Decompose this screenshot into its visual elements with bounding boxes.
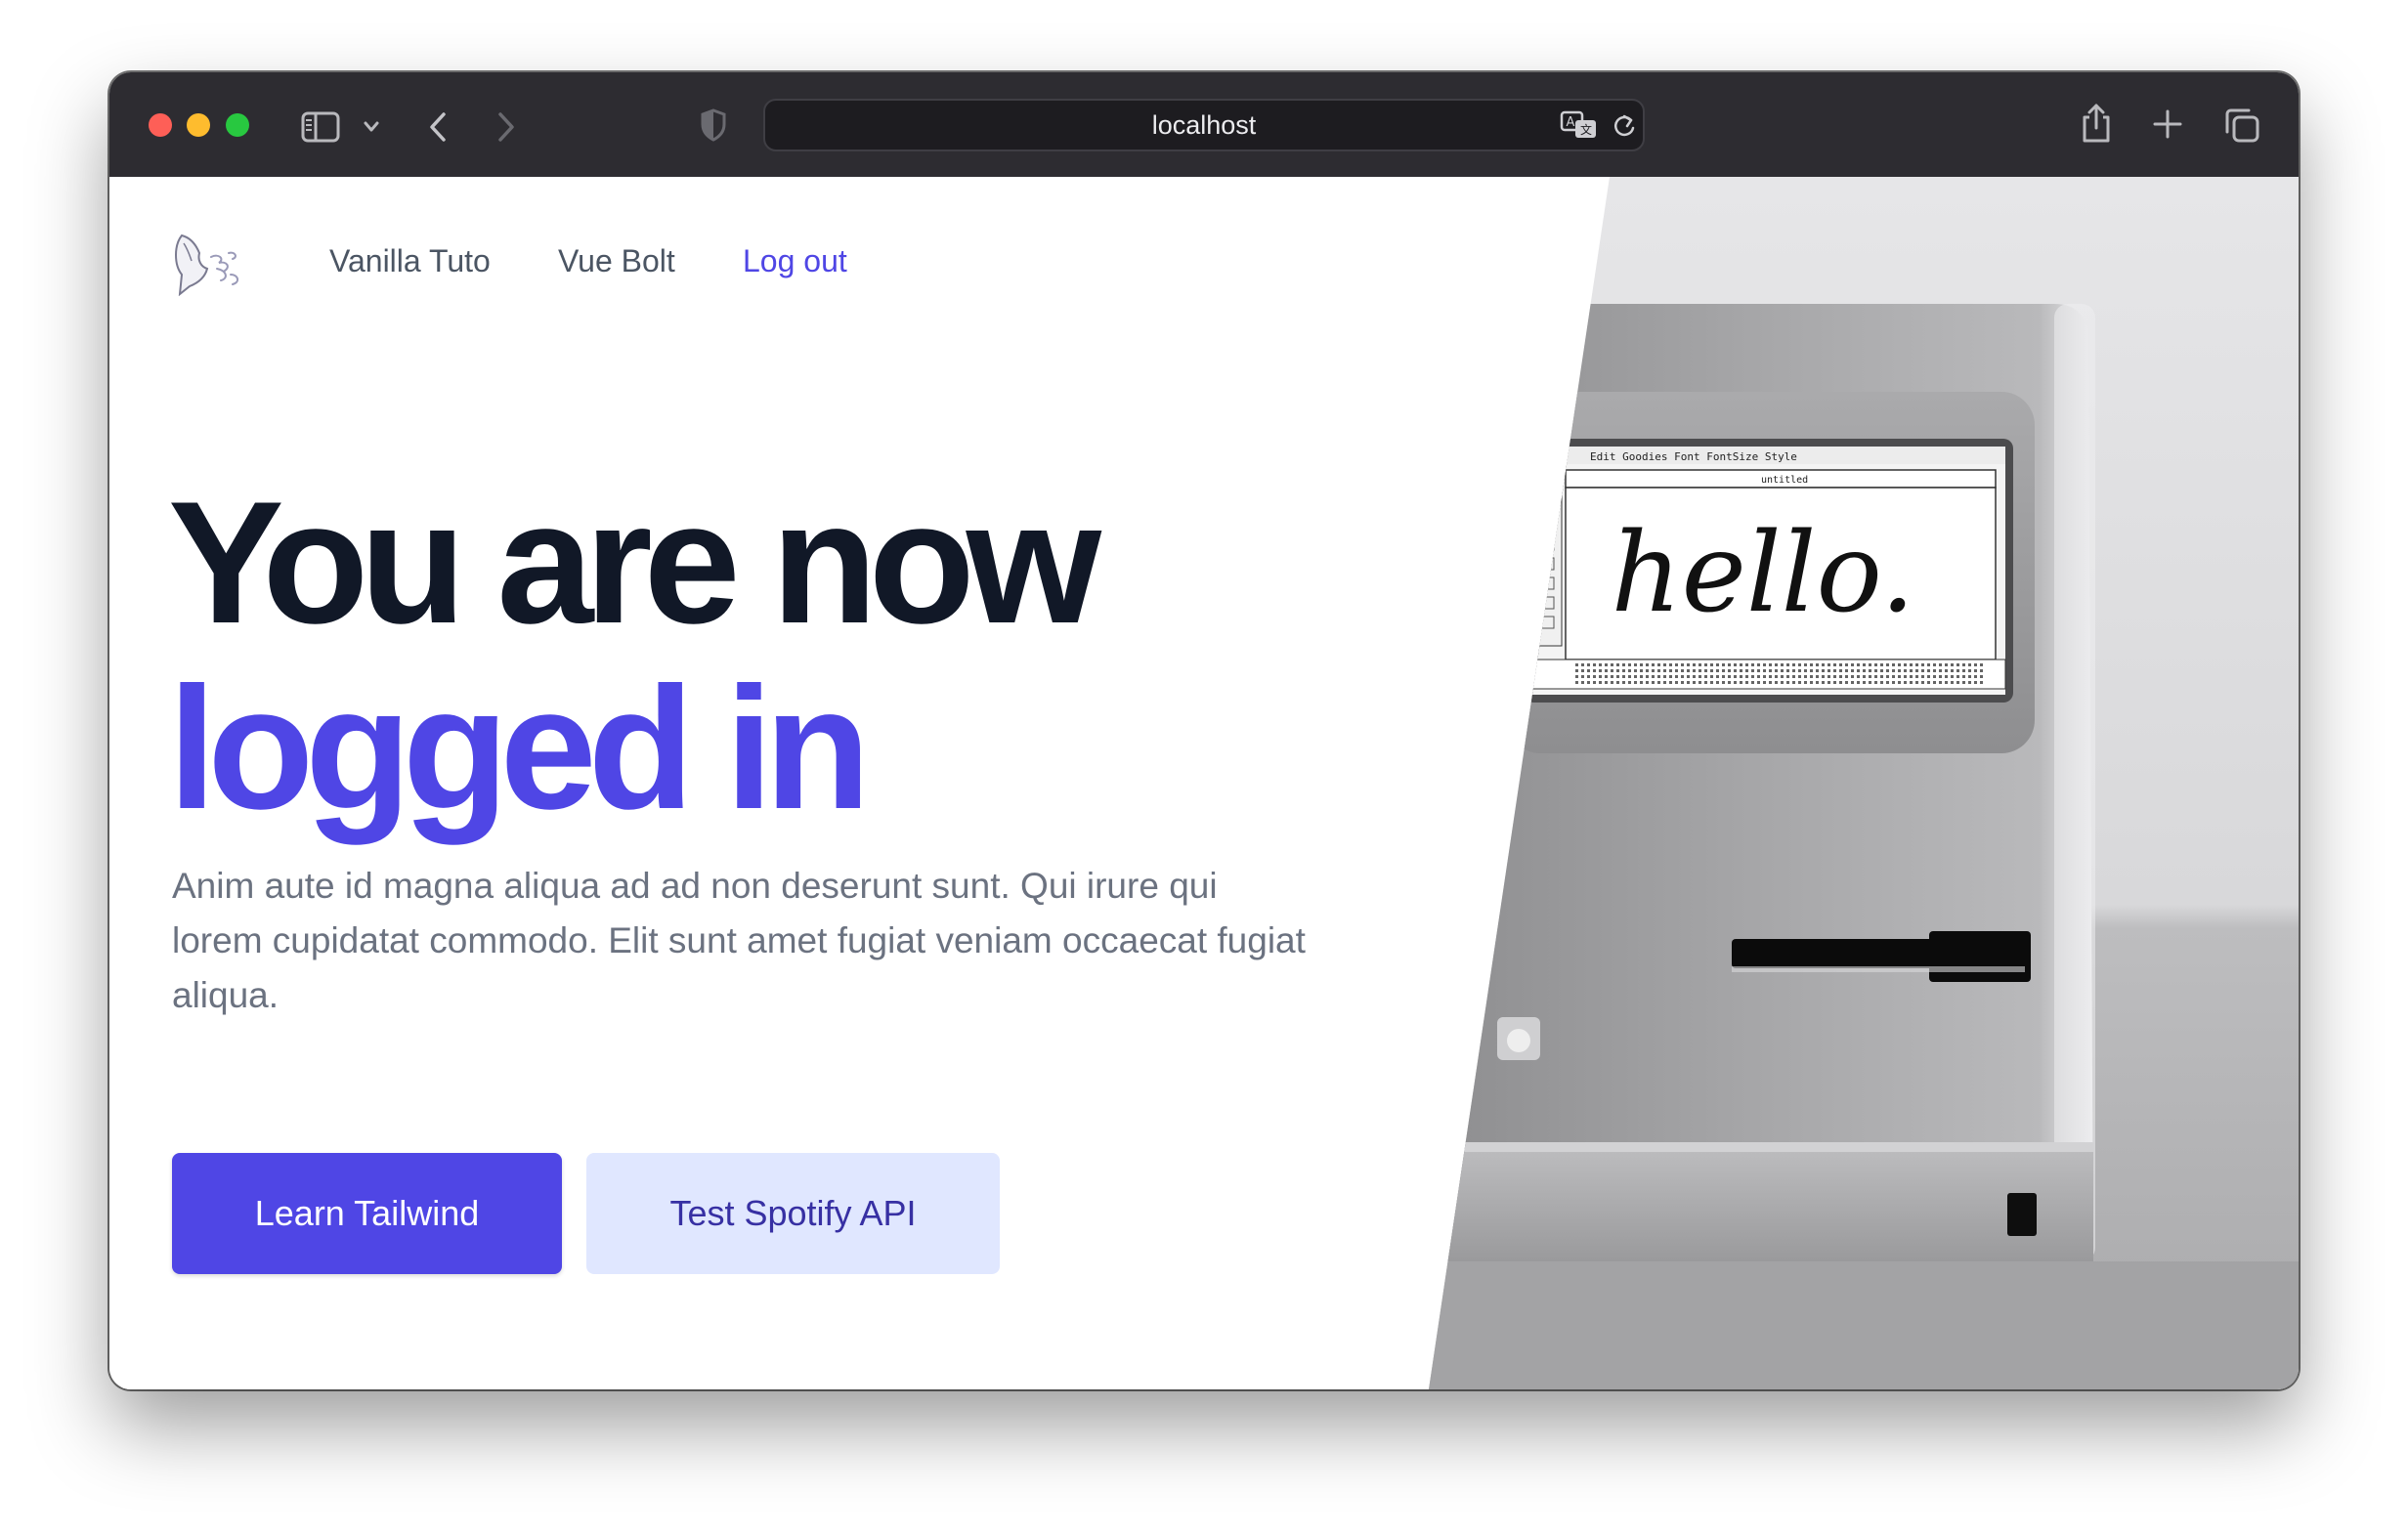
back-icon[interactable]: [424, 109, 452, 145]
zoom-window-button[interactable]: [226, 113, 249, 137]
reload-icon[interactable]: [1611, 112, 1638, 140]
browser-window: localhost A 文 Edit Goodies Font FontSize…: [109, 72, 2299, 1389]
chevron-down-icon[interactable]: [362, 119, 381, 135]
sidebar-icon[interactable]: [301, 111, 340, 143]
close-window-button[interactable]: [149, 113, 172, 137]
share-icon[interactable]: [2080, 102, 2113, 145]
new-tab-icon[interactable]: [2152, 108, 2183, 140]
nav-link-log-out[interactable]: Log out: [743, 239, 847, 282]
test-spotify-api-button[interactable]: Test Spotify API: [586, 1153, 1000, 1274]
screen-hello-text: hello.: [1611, 510, 1914, 637]
shield-icon[interactable]: [700, 107, 727, 143]
browser-toolbar: localhost A 文: [109, 72, 2299, 179]
address-bar[interactable]: localhost A 文: [763, 99, 1645, 151]
nav-link-vue-bolt[interactable]: Vue Bolt: [558, 239, 675, 282]
logo-icon[interactable]: [170, 232, 246, 296]
hero-title-line-2: logged in: [168, 651, 871, 845]
web-page: Edit Goodies Font FontSize Style untitle…: [109, 177, 2299, 1389]
screen-menu-edit: Edit: [1590, 450, 1616, 463]
hero-title-line-1: You are now: [168, 465, 1101, 660]
forward-icon[interactable]: [493, 109, 520, 145]
svg-text:Edit Goodies Font FontSize: Edit Goodies Font FontSize Style: [1590, 450, 1797, 463]
learn-tailwind-button[interactable]: Learn Tailwind: [172, 1153, 562, 1274]
tabs-overview-icon[interactable]: [2223, 107, 2260, 144]
address-text[interactable]: localhost: [765, 101, 1643, 149]
nav-link-vanilla-tuto[interactable]: Vanilla Tuto: [329, 239, 491, 282]
translate-icon[interactable]: A 文: [1560, 109, 1599, 141]
svg-text:untitled: untitled: [1761, 475, 1808, 486]
minimize-window-button[interactable]: [187, 113, 210, 137]
svg-text:A: A: [1567, 115, 1575, 130]
hero-description: Anim aute id magna aliqua ad ad non dese…: [172, 866, 1306, 1015]
svg-text:文: 文: [1580, 122, 1592, 137]
